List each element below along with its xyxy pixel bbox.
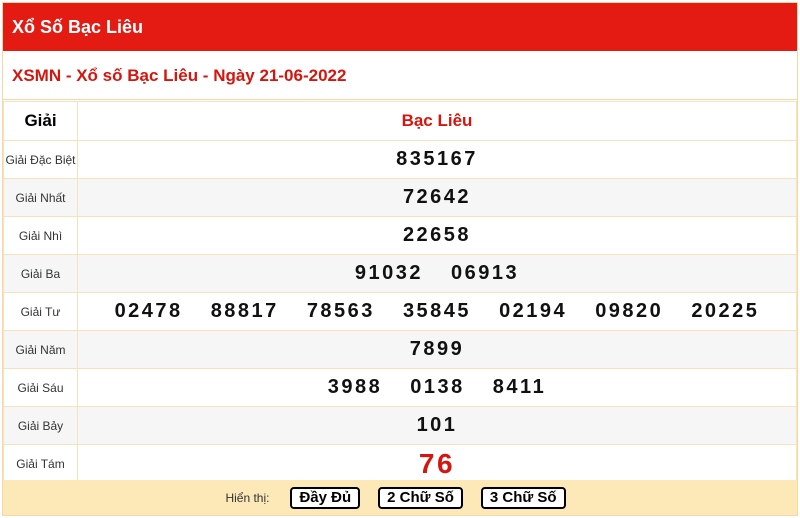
- prize-numbers: 72642: [77, 178, 797, 217]
- prize-row-third: Giải Ba 91032 06913: [3, 254, 797, 293]
- prize-row-seventh: Giải Bảy 101: [3, 406, 797, 445]
- result-title-link[interactable]: XSMN - Xổ số Bạc Liêu - Ngày 21-06-2022: [3, 51, 797, 100]
- show-full-button[interactable]: Đầy Đủ: [290, 486, 361, 509]
- show-three-digits-button[interactable]: 3 Chữ Số: [480, 486, 566, 509]
- province-column-header: Bạc Liêu: [77, 101, 797, 141]
- display-mode-label: Hiển thị:: [225, 490, 270, 505]
- lottery-result-box: Xổ Số Bạc Liêu XSMN - Xổ số Bạc Liêu - N…: [2, 2, 798, 516]
- prize-column-header: Giải: [3, 101, 78, 141]
- prize-row-first: Giải Nhất 72642: [3, 178, 797, 217]
- prize-number: 72642: [402, 186, 472, 208]
- prize-numbers: 02478 88817 78563 35845 02194 09820 20225: [77, 292, 797, 331]
- prize-number: 91032: [354, 262, 423, 284]
- prize-numbers: 22658: [77, 216, 797, 255]
- prize-row-eighth: Giải Tám 76: [3, 444, 797, 483]
- prize-label: Giải Tám: [3, 444, 78, 483]
- prize-number: 22658: [402, 224, 472, 246]
- results-table: Giải Bạc Liêu Giải Đặc Biệt 835167 Giải …: [3, 101, 797, 483]
- prize-number: 02194: [499, 300, 568, 322]
- prize-numbers: 3988 0138 8411: [77, 368, 797, 407]
- prize-number: 3988: [327, 376, 383, 398]
- prize-label: Giải Ba: [3, 254, 78, 293]
- prize-row-fifth: Giải Năm 7899: [3, 330, 797, 369]
- page-header: Xổ Số Bạc Liêu: [3, 3, 797, 51]
- display-mode-bar: Hiển thị: Đầy Đủ 2 Chữ Số 3 Chữ Số: [3, 480, 797, 515]
- prize-label: Giải Bảy: [3, 406, 78, 445]
- prize-numbers: 76: [77, 444, 797, 483]
- prize-numbers: 101: [77, 406, 797, 445]
- prize-row-second: Giải Nhì 22658: [3, 216, 797, 255]
- prize-number: 88817: [210, 300, 279, 322]
- table-header-row: Giải Bạc Liêu: [3, 101, 797, 141]
- prize-numbers: 7899: [77, 330, 797, 369]
- prize-label: Giải Sáu: [3, 368, 78, 407]
- prize-numbers: 91032 06913: [77, 254, 797, 293]
- prize-number: 0138: [410, 376, 465, 398]
- show-two-digits-button[interactable]: 2 Chữ Số: [378, 486, 463, 509]
- prize-label: Giải Nhì: [3, 216, 78, 255]
- prize-row-fourth: Giải Tư 02478 88817 78563 35845 02194 09820 20…: [3, 292, 797, 331]
- prize-row-sixth: Giải Sáu 3988 0138 8411: [3, 368, 797, 407]
- prize-number: 835167: [396, 148, 478, 170]
- prize-number: 02478: [114, 300, 183, 322]
- prize-number: 7899: [409, 338, 465, 360]
- prize-number: 101: [416, 414, 458, 436]
- prize-number: 76: [418, 447, 456, 479]
- prize-row-special: Giải Đặc Biệt 835167: [3, 140, 797, 179]
- prize-number: 35845: [402, 300, 472, 322]
- prize-label: Giải Nhất: [3, 178, 78, 217]
- prize-number: 78563: [306, 300, 375, 322]
- prize-number: 20225: [691, 300, 760, 322]
- prize-label: Giải Đặc Biệt: [3, 140, 78, 179]
- prize-label: Giải Tư: [3, 292, 78, 331]
- prize-number: 09820: [595, 300, 664, 322]
- prize-numbers: 835167: [77, 140, 797, 179]
- prize-label: Giải Năm: [3, 330, 78, 369]
- prize-number: 06913: [451, 262, 520, 284]
- prize-number: 8411: [492, 376, 547, 398]
